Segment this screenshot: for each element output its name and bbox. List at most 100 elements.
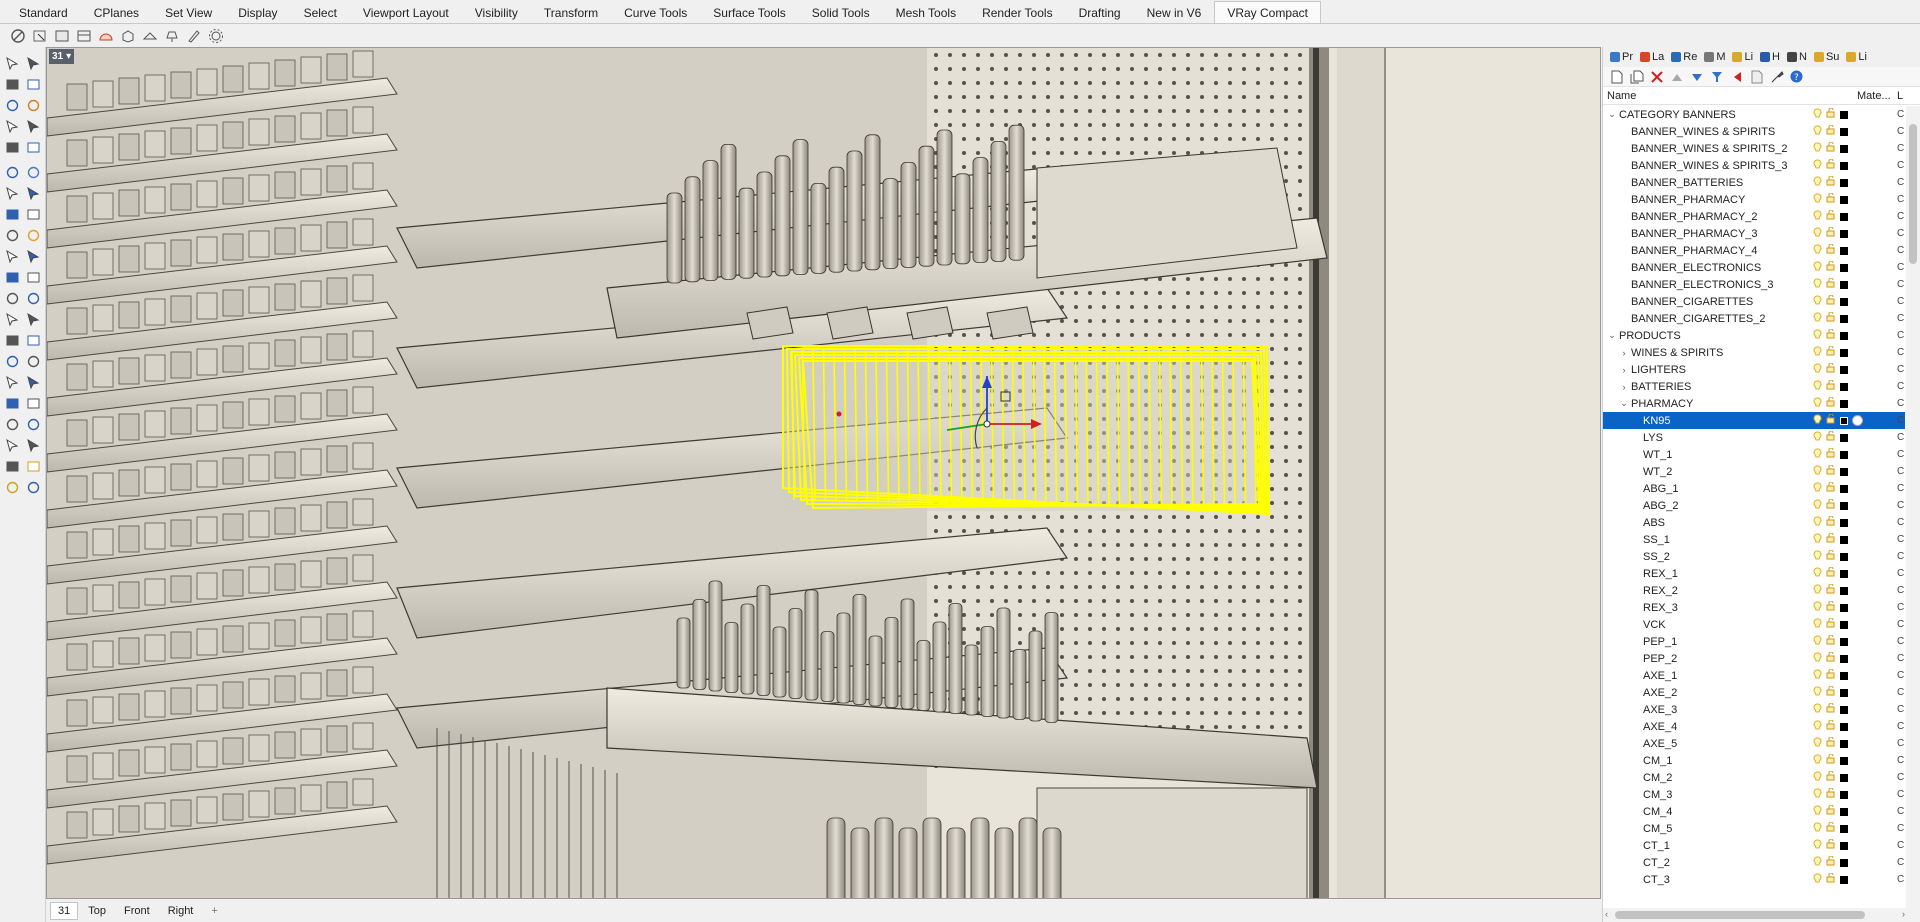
- linetype-cell[interactable]: C: [1897, 738, 1904, 749]
- layer-row[interactable]: SS_2 C: [1603, 548, 1905, 565]
- unlock-icon[interactable]: [1826, 821, 1836, 835]
- layer-row[interactable]: CM_2 C: [1603, 769, 1905, 786]
- layer-color-swatch[interactable]: [1840, 501, 1848, 510]
- visibility-bulb-icon[interactable]: [1813, 329, 1822, 343]
- layer-color-swatch[interactable]: [1840, 416, 1848, 425]
- box-icon[interactable]: [3, 185, 21, 203]
- layer-color-swatch[interactable]: [1840, 195, 1848, 204]
- curve-from-object-icon[interactable]: [3, 332, 21, 350]
- linetype-cell[interactable]: C: [1897, 466, 1904, 477]
- grid-icon[interactable]: [3, 437, 21, 455]
- visibility-bulb-icon[interactable]: [1813, 550, 1822, 564]
- linetype-cell[interactable]: C: [1897, 177, 1904, 188]
- layer-color-swatch[interactable]: [1840, 467, 1848, 476]
- layer-row[interactable]: › WINES & SPIRITS C: [1603, 344, 1905, 361]
- tools-icon[interactable]: [1769, 69, 1784, 84]
- linetype-cell[interactable]: C: [1897, 840, 1904, 851]
- unlock-icon[interactable]: [1826, 175, 1836, 189]
- unlock-icon[interactable]: [1826, 447, 1836, 461]
- trim-icon[interactable]: [3, 269, 21, 287]
- unlock-icon[interactable]: [1826, 430, 1836, 444]
- visibility-bulb-icon[interactable]: [1813, 278, 1822, 292]
- layers-vertical-scrollbar[interactable]: [1906, 106, 1920, 922]
- layer-color-swatch[interactable]: [1840, 722, 1848, 731]
- visibility-bulb-icon[interactable]: [1813, 618, 1822, 632]
- linetype-cell[interactable]: C: [1897, 415, 1904, 426]
- lamp-icon[interactable]: [162, 26, 182, 46]
- layer-row[interactable]: CT_3 C: [1603, 871, 1905, 888]
- layers-horizontal-scrollbar[interactable]: ‹ ›: [1603, 908, 1907, 922]
- layer-color-swatch[interactable]: [1840, 212, 1848, 221]
- layer-color-swatch[interactable]: [1840, 671, 1848, 680]
- viewport-tab-right[interactable]: Right: [160, 902, 202, 920]
- unlock-icon[interactable]: [1826, 209, 1836, 223]
- layer-color-swatch[interactable]: [1840, 263, 1848, 272]
- viewport-tab-front[interactable]: Front: [116, 902, 158, 920]
- linetype-cell[interactable]: C: [1897, 279, 1904, 290]
- unlock-icon[interactable]: [1826, 702, 1836, 716]
- layer-row[interactable]: CM_1 C: [1603, 752, 1905, 769]
- join-icon[interactable]: [3, 311, 21, 329]
- panel-tab-properties[interactable]: Pr: [1607, 48, 1636, 66]
- unlock-icon[interactable]: [1826, 770, 1836, 784]
- selected-basket-kn95[interactable]: [782, 345, 1271, 516]
- visibility-bulb-icon[interactable]: [1813, 669, 1822, 683]
- visibility-bulb-icon[interactable]: [1813, 516, 1822, 530]
- unlock-icon[interactable]: [1826, 685, 1836, 699]
- column-material-header[interactable]: Mate...: [1857, 90, 1897, 102]
- circle-icon[interactable]: [3, 97, 21, 115]
- ribbon-tab-display[interactable]: Display: [225, 1, 290, 23]
- visibility-bulb-icon[interactable]: [1813, 856, 1822, 870]
- ribbon-tab-standard[interactable]: Standard: [6, 1, 81, 23]
- visibility-bulb-icon[interactable]: [1813, 686, 1822, 700]
- viewport-icon[interactable]: [52, 26, 72, 46]
- layer-color-swatch[interactable]: [1840, 280, 1848, 289]
- layer-row[interactable]: BANNER_PHARMACY_4 C: [1603, 242, 1905, 259]
- layer-row[interactable]: BANNER_CIGARETTES_2 C: [1603, 310, 1905, 327]
- expand-chevron-icon[interactable]: ›: [1619, 382, 1629, 392]
- layer-color-swatch[interactable]: [1840, 807, 1848, 816]
- visibility-bulb-icon[interactable]: [1813, 601, 1822, 615]
- surface-icon[interactable]: [3, 164, 21, 182]
- move-to-parent-icon[interactable]: [1729, 69, 1744, 84]
- linetype-cell[interactable]: C: [1897, 568, 1904, 579]
- visibility-bulb-icon[interactable]: [1813, 805, 1822, 819]
- layer-row[interactable]: ABG_1 C: [1603, 480, 1905, 497]
- linetype-cell[interactable]: C: [1897, 449, 1904, 460]
- ribbon-tab-solid-tools[interactable]: Solid Tools: [799, 1, 883, 23]
- check-icon[interactable]: [24, 458, 42, 476]
- linetype-cell[interactable]: C: [1897, 160, 1904, 171]
- cancel-command-icon[interactable]: [8, 26, 28, 46]
- render-sphere-icon[interactable]: [96, 26, 116, 46]
- layer-color-swatch[interactable]: [1840, 688, 1848, 697]
- linetype-cell[interactable]: C: [1897, 262, 1904, 273]
- visibility-bulb-icon[interactable]: [1813, 771, 1822, 785]
- layer-row[interactable]: ABG_2 C: [1603, 497, 1905, 514]
- layer-row[interactable]: WT_1 C: [1603, 446, 1905, 463]
- render-icon[interactable]: [3, 479, 21, 497]
- layer-color-swatch[interactable]: [1840, 161, 1848, 170]
- lightning-icon[interactable]: [24, 248, 42, 266]
- unlock-icon[interactable]: [1826, 464, 1836, 478]
- unlock-icon[interactable]: [1826, 277, 1836, 291]
- layer-row[interactable]: ABS C: [1603, 514, 1905, 531]
- text-icon[interactable]: [3, 353, 21, 371]
- polyline-icon[interactable]: [3, 76, 21, 94]
- layer-color-swatch[interactable]: [1840, 127, 1848, 136]
- explode-icon[interactable]: [24, 311, 42, 329]
- layer-row[interactable]: ⌄ PHARMACY C: [1603, 395, 1905, 412]
- panel-tab-named-views[interactable]: N: [1784, 48, 1810, 66]
- layer-row[interactable]: SS_1 C: [1603, 531, 1905, 548]
- array-icon[interactable]: [24, 290, 42, 308]
- linetype-cell[interactable]: C: [1897, 313, 1904, 324]
- layer-color-swatch[interactable]: [1840, 841, 1848, 850]
- linetype-cell[interactable]: C: [1897, 704, 1904, 715]
- layer-row[interactable]: BANNER_WINES & SPIRITS_3 C: [1603, 157, 1905, 174]
- scale-icon[interactable]: [3, 395, 21, 413]
- layer-row[interactable]: AXE_2 C: [1603, 684, 1905, 701]
- linetype-cell[interactable]: C: [1897, 109, 1904, 120]
- linetype-cell[interactable]: C: [1897, 857, 1904, 868]
- unlock-icon[interactable]: [1826, 634, 1836, 648]
- linetype-cell[interactable]: C: [1897, 602, 1904, 613]
- unlock-icon[interactable]: [1826, 498, 1836, 512]
